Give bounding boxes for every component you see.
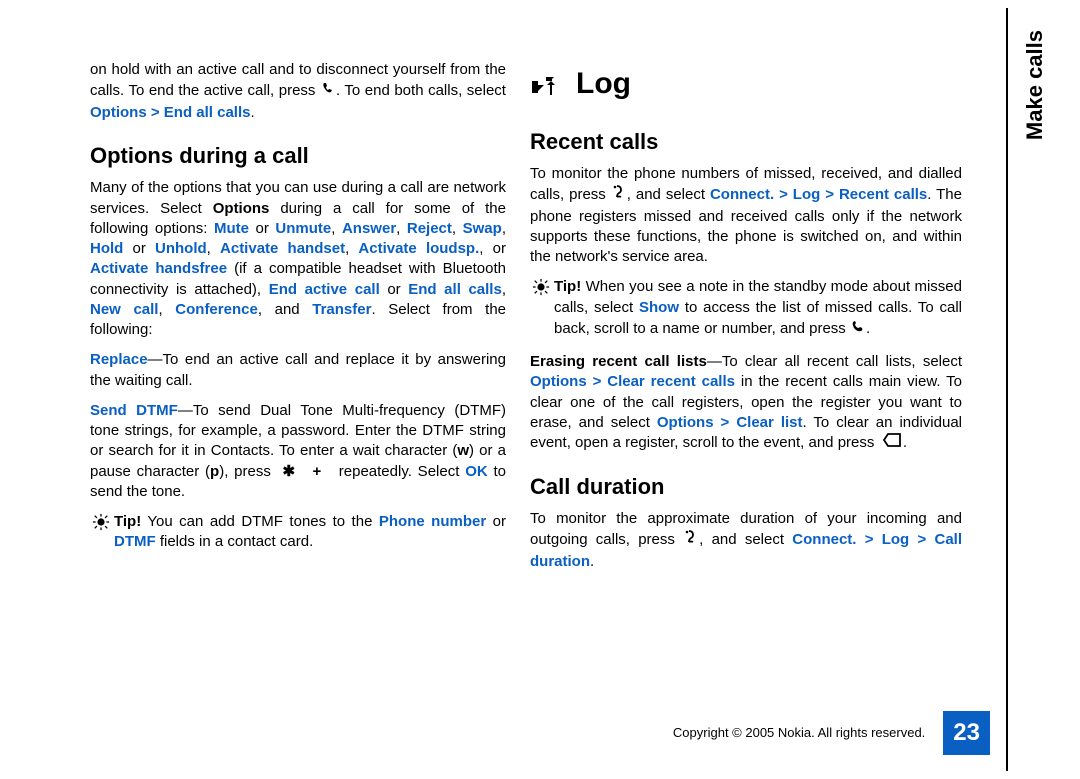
heading-log: Log <box>530 64 962 105</box>
tip-icon <box>532 278 554 302</box>
page-content: on hold with an active call and to disco… <box>0 0 1080 779</box>
right-column: Log Recent calls To monitor the phone nu… <box>530 60 970 779</box>
heading-options-during-call: Options during a call <box>90 141 506 171</box>
plus-key-icon: + <box>313 463 322 480</box>
tip-missed-calls: Tip! When you see a note in the standby … <box>530 277 962 340</box>
tip-dtmf: Tip! You can add DTMF tones to the Phone… <box>90 512 506 553</box>
tip-icon <box>92 513 114 537</box>
heading-call-duration: Call duration <box>530 472 962 502</box>
call-key-icon <box>850 318 866 340</box>
menu-key-icon <box>683 529 699 551</box>
left-column: on hold with an active call and to disco… <box>90 60 530 779</box>
para-call-duration: To monitor the approximate duration of y… <box>530 509 962 572</box>
para-erasing: Erasing recent call lists—To clear all r… <box>530 352 962 453</box>
page-number: 23 <box>943 711 990 755</box>
para-recent-calls: To monitor the phone numbers of missed, … <box>530 164 962 267</box>
para-send-dtmf: Send DTMF—To send Dual Tone Multi-freque… <box>90 401 506 502</box>
copyright-text: Copyright © 2005 Nokia. All rights reser… <box>673 724 925 742</box>
clear-key-icon <box>883 433 899 453</box>
footer: Copyright © 2005 Nokia. All rights reser… <box>673 711 990 755</box>
para-hold: on hold with an active call and to disco… <box>90 60 506 123</box>
heading-recent-calls: Recent calls <box>530 127 962 157</box>
star-key-icon: ✱ <box>283 463 296 480</box>
para-options: Many of the options that you can use dur… <box>90 178 506 340</box>
para-replace: Replace—To end an active call and replac… <box>90 350 506 391</box>
vertical-divider <box>1006 8 1008 771</box>
log-icon <box>530 72 558 96</box>
section-title-sidebar: Make calls <box>1020 30 1050 140</box>
menu-key-icon <box>611 184 627 206</box>
call-key-icon <box>320 80 336 102</box>
